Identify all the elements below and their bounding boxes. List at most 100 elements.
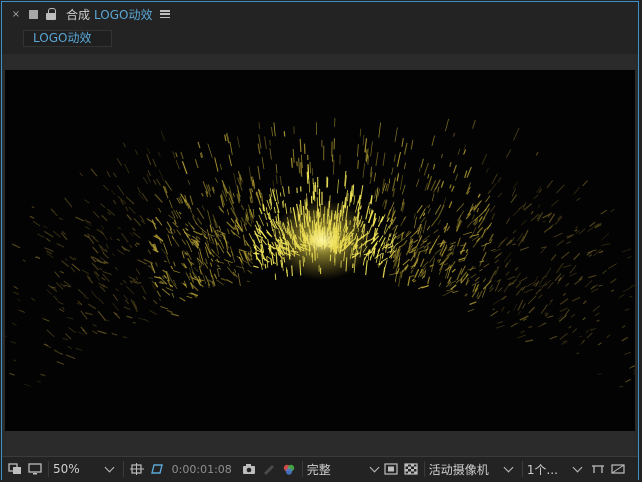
particle-streak	[602, 269, 607, 275]
particle-streak	[233, 172, 237, 187]
particle-streak	[114, 312, 118, 315]
close-icon[interactable]: ×	[10, 9, 22, 20]
particle-streak	[269, 139, 271, 146]
transparency-grid-icon[interactable]	[404, 463, 418, 475]
particle-streak	[431, 135, 435, 146]
particle-streak	[11, 243, 21, 249]
particle-streak	[258, 122, 261, 129]
toggle-3d-view-icon[interactable]	[591, 463, 605, 475]
particle-streak	[544, 267, 552, 279]
particle-streak	[160, 306, 169, 310]
particle-streak	[196, 236, 201, 240]
particle-streak	[31, 297, 36, 302]
particle-streak	[556, 262, 564, 274]
chevron-down-icon	[104, 462, 115, 473]
zoom-select[interactable]: 50%	[48, 461, 117, 477]
particle-streak	[93, 211, 100, 219]
particle-streak	[146, 154, 152, 166]
particle-streak	[627, 255, 632, 259]
particle-streak	[224, 134, 227, 142]
particle-streak	[9, 372, 15, 376]
particle-streak	[556, 184, 565, 194]
particle-streak	[275, 174, 278, 184]
particle-streak	[266, 255, 272, 260]
particle-streak	[165, 227, 171, 233]
particle-streak	[216, 264, 220, 268]
particle-streak	[141, 192, 149, 202]
particle-streak	[495, 324, 505, 329]
particle-streak	[452, 132, 456, 137]
particle-streak	[13, 291, 20, 295]
panel-title-comp-name[interactable]: LOGO动效	[94, 6, 152, 23]
view-layout-select[interactable]: 1个...	[521, 461, 585, 477]
show-snapshot-icon[interactable]	[262, 463, 276, 475]
reset-exposure-icon[interactable]	[611, 463, 625, 475]
particle-streak	[152, 158, 157, 168]
resolution-select[interactable]: 完整	[301, 461, 382, 477]
particle-streak	[332, 159, 335, 175]
particle-streak	[200, 192, 204, 197]
particle-streak	[265, 207, 269, 215]
particle-streak	[261, 257, 270, 263]
particle-streak	[77, 289, 86, 297]
camera-snapshot-icon[interactable]	[242, 463, 256, 475]
monitor-icon[interactable]	[28, 463, 42, 475]
particle-streak	[391, 167, 394, 175]
particle-streak	[166, 254, 170, 264]
particle-streak	[582, 317, 586, 321]
lock-icon[interactable]	[46, 8, 56, 20]
viewer-toolbar: 50% 0:00:01:08 完整 活动摄像机 1个...	[2, 456, 638, 481]
composition-viewer[interactable]	[2, 54, 638, 456]
particle-streak	[286, 269, 289, 277]
particle-streak	[558, 314, 567, 323]
particle-streak	[216, 268, 220, 278]
particle-streak	[163, 243, 168, 255]
particle-streak	[61, 306, 65, 310]
particle-streak	[403, 216, 407, 221]
mask-visibility-icon[interactable]	[150, 463, 164, 475]
particle-streak	[413, 239, 419, 244]
particle-streak	[549, 335, 558, 340]
particle-streak	[117, 249, 125, 255]
particle-streak	[459, 271, 468, 282]
region-of-interest-icon[interactable]	[384, 463, 398, 475]
particle-streak	[519, 246, 529, 251]
particle-streak	[484, 224, 491, 231]
particle-streak	[437, 219, 441, 226]
particle-streak	[353, 195, 356, 205]
particle-streak	[386, 209, 391, 219]
color-channels-icon[interactable]	[282, 463, 296, 475]
particle-streak	[210, 235, 215, 243]
camera-view-select[interactable]: 活动摄像机	[423, 461, 516, 477]
particle-streak	[587, 249, 597, 254]
particle-streak	[269, 148, 272, 160]
current-time[interactable]: 0:00:01:08	[172, 463, 232, 476]
particle-streak	[141, 285, 147, 295]
particle-streak	[13, 285, 19, 290]
particle-streak	[229, 246, 234, 257]
particle-streak	[505, 149, 512, 158]
particle-streak	[62, 337, 68, 341]
particle-streak	[102, 252, 109, 259]
composition-canvas[interactable]	[5, 70, 635, 431]
particle-streak	[487, 189, 492, 195]
particle-streak	[306, 171, 309, 184]
particle-streak	[489, 270, 497, 282]
particle-streak	[492, 299, 501, 305]
panel-menu-icon[interactable]	[160, 10, 171, 18]
particle-streak	[434, 248, 442, 255]
particle-streak	[261, 157, 265, 170]
particle-streak	[490, 205, 496, 213]
particle-streak	[24, 383, 32, 387]
particle-streak	[596, 319, 600, 322]
particle-streak	[442, 291, 452, 297]
particle-streak	[383, 224, 388, 234]
particle-streak	[155, 178, 162, 186]
tab-logo-comp[interactable]: LOGO动效	[23, 30, 112, 47]
particle-streak	[218, 225, 222, 231]
grid-guides-icon[interactable]	[129, 463, 144, 475]
particle-streak	[367, 155, 370, 165]
particle-streak	[137, 186, 141, 194]
particle-streak	[97, 330, 107, 335]
always-preview-icon[interactable]	[8, 463, 22, 475]
